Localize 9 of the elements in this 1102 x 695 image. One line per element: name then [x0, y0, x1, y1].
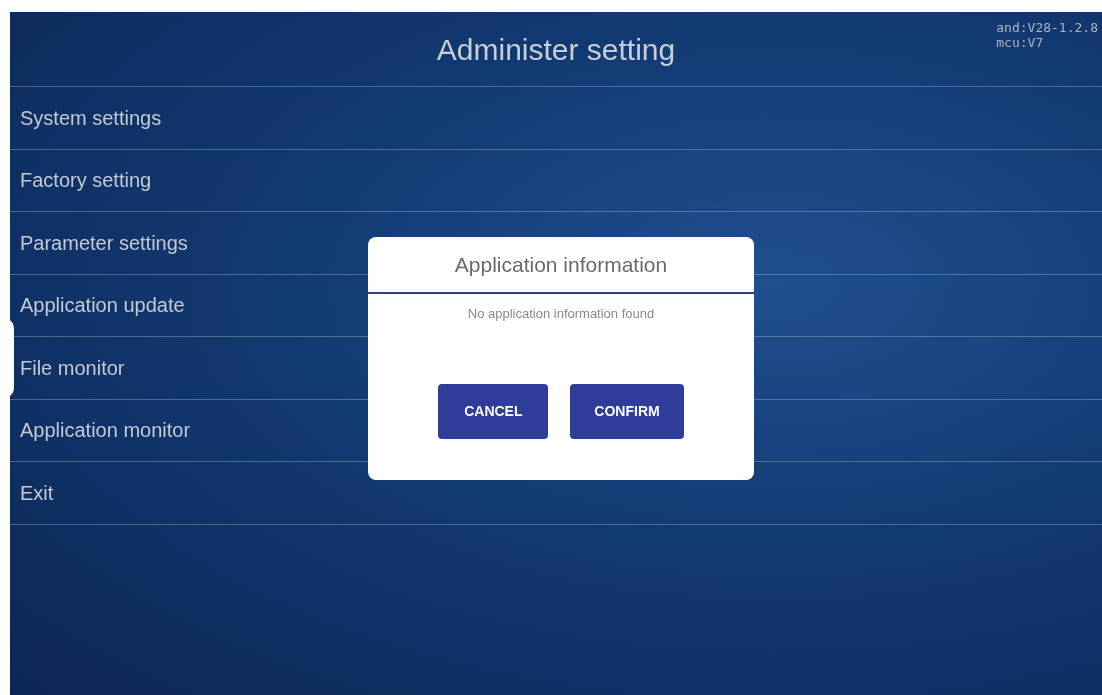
dialog-button[interactable]: CONFIRM: [570, 383, 684, 439]
menu-item[interactable]: System settings: [10, 87, 1102, 150]
screen-title: Administer setting: [436, 31, 676, 68]
dialog-message: No application information found: [467, 305, 655, 323]
version-text: and:V28-1.2.8: [996, 20, 1098, 35]
dialog-button[interactable]: CANCEL: [438, 383, 549, 439]
version-text: mcu:V7: [996, 35, 1045, 50]
menu-item[interactable]: Factory setting: [10, 149, 1102, 212]
dialog-title: Application information: [454, 251, 668, 278]
